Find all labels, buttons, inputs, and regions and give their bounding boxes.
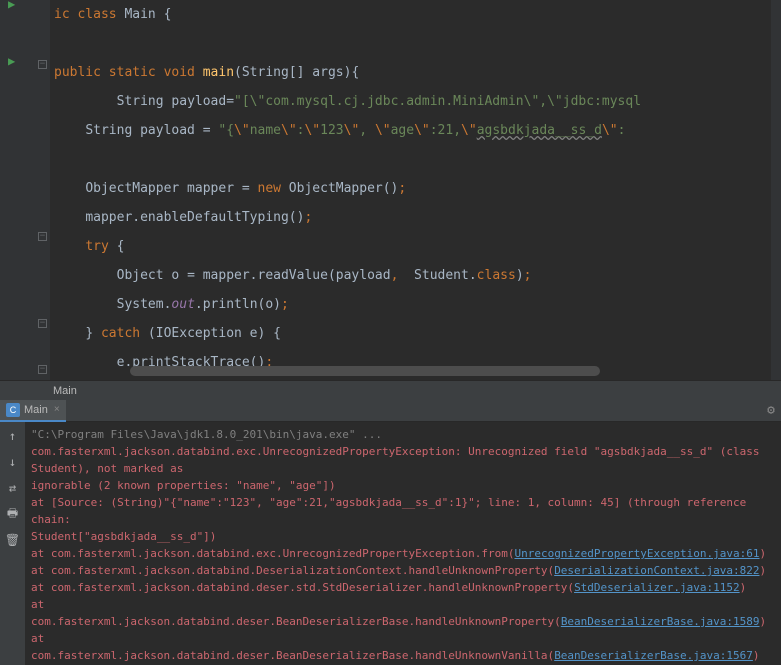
source-link[interactable]: UnrecognizedPropertyException.java:61 [514,547,759,560]
code-editor[interactable]: ▶ ▶ − − − − ic class Main { public stati… [0,0,781,380]
command-line: "C:\Program Files\Java\jdk1.8.0_201\bin\… [31,426,775,443]
scroll-up-icon[interactable]: ↑ [5,428,21,444]
close-icon[interactable]: × [54,404,60,415]
modifiers: public static void [54,65,195,80]
fold-icon[interactable]: − [38,319,47,328]
code-token: ic [54,7,77,22]
stack-frame: at com.fasterxml.jackson.databind.deser.… [31,598,561,628]
java-class-icon: C [6,403,20,417]
print-icon[interactable]: 🖶 [5,506,21,522]
run-tabs-bar: C Main × ⚙ [0,400,781,422]
run-class-icon[interactable]: ▶ [8,0,15,11]
stack-frame: at com.fasterxml.jackson.databind.deser.… [31,632,554,662]
method-name: main [203,65,234,80]
clear-icon[interactable]: 🗑 [5,532,21,548]
run-panel-title: Main [0,380,781,400]
class-name: Main [124,7,163,22]
horizontal-scrollbar[interactable] [130,366,600,376]
fold-icon[interactable]: − [38,60,47,69]
keyword-class-ref: class [477,268,516,283]
console-toolbar: ↑ ↓ ⇄ 🖶 🗑 [0,422,25,665]
stack-frame: at com.fasterxml.jackson.databind.Deseri… [31,564,554,577]
code-content[interactable]: ic class Main { public static void main(… [50,0,771,380]
keyword-new: new [258,181,281,196]
stack-frame: at com.fasterxml.jackson.databind.exc.Un… [31,547,514,560]
fold-icon[interactable]: − [38,232,47,241]
soft-wrap-icon[interactable]: ⇄ [5,480,21,496]
tab-main[interactable]: C Main × [0,400,66,422]
var-decl: String payload= [117,94,234,109]
scroll-down-icon[interactable]: ↓ [5,454,21,470]
typo-text: agsbdkjada__ss_d [477,123,602,138]
editor-gutter: ▶ ▶ − − − − [0,0,50,380]
keyword-catch: catch [101,326,140,341]
field-out: out [171,297,194,312]
console: ↑ ↓ ⇄ 🖶 🗑 "C:\Program Files\Java\jdk1.8.… [0,422,781,665]
string-literal: "[\"com.mysql.cj.jdbc.admin.MiniAdmin\",… [234,94,641,109]
source-link[interactable]: BeanDeserializerBase.java:1589 [561,615,760,628]
exception-header: com.fasterxml.jackson.databind.exc.Unrec… [31,443,775,477]
console-output[interactable]: "C:\Program Files\Java\jdk1.8.0_201\bin\… [25,422,781,665]
keyword-class: class [77,7,116,22]
var-decl: String payload = [85,123,218,138]
fold-icon[interactable]: − [38,365,47,374]
run-method-icon[interactable]: ▶ [8,54,15,68]
vertical-scrollbar[interactable] [771,0,781,380]
keyword-try: try [85,239,108,254]
tab-label: Main [24,404,48,416]
stack-frame: at com.fasterxml.jackson.databind.deser.… [31,581,574,594]
source-link[interactable]: StdDeserializer.java:1152 [574,581,740,594]
gear-icon[interactable]: ⚙ [767,403,775,418]
source-link[interactable]: DeserializationContext.java:822 [554,564,759,577]
source-link[interactable]: BeanDeserializerBase.java:1567 [554,649,753,662]
